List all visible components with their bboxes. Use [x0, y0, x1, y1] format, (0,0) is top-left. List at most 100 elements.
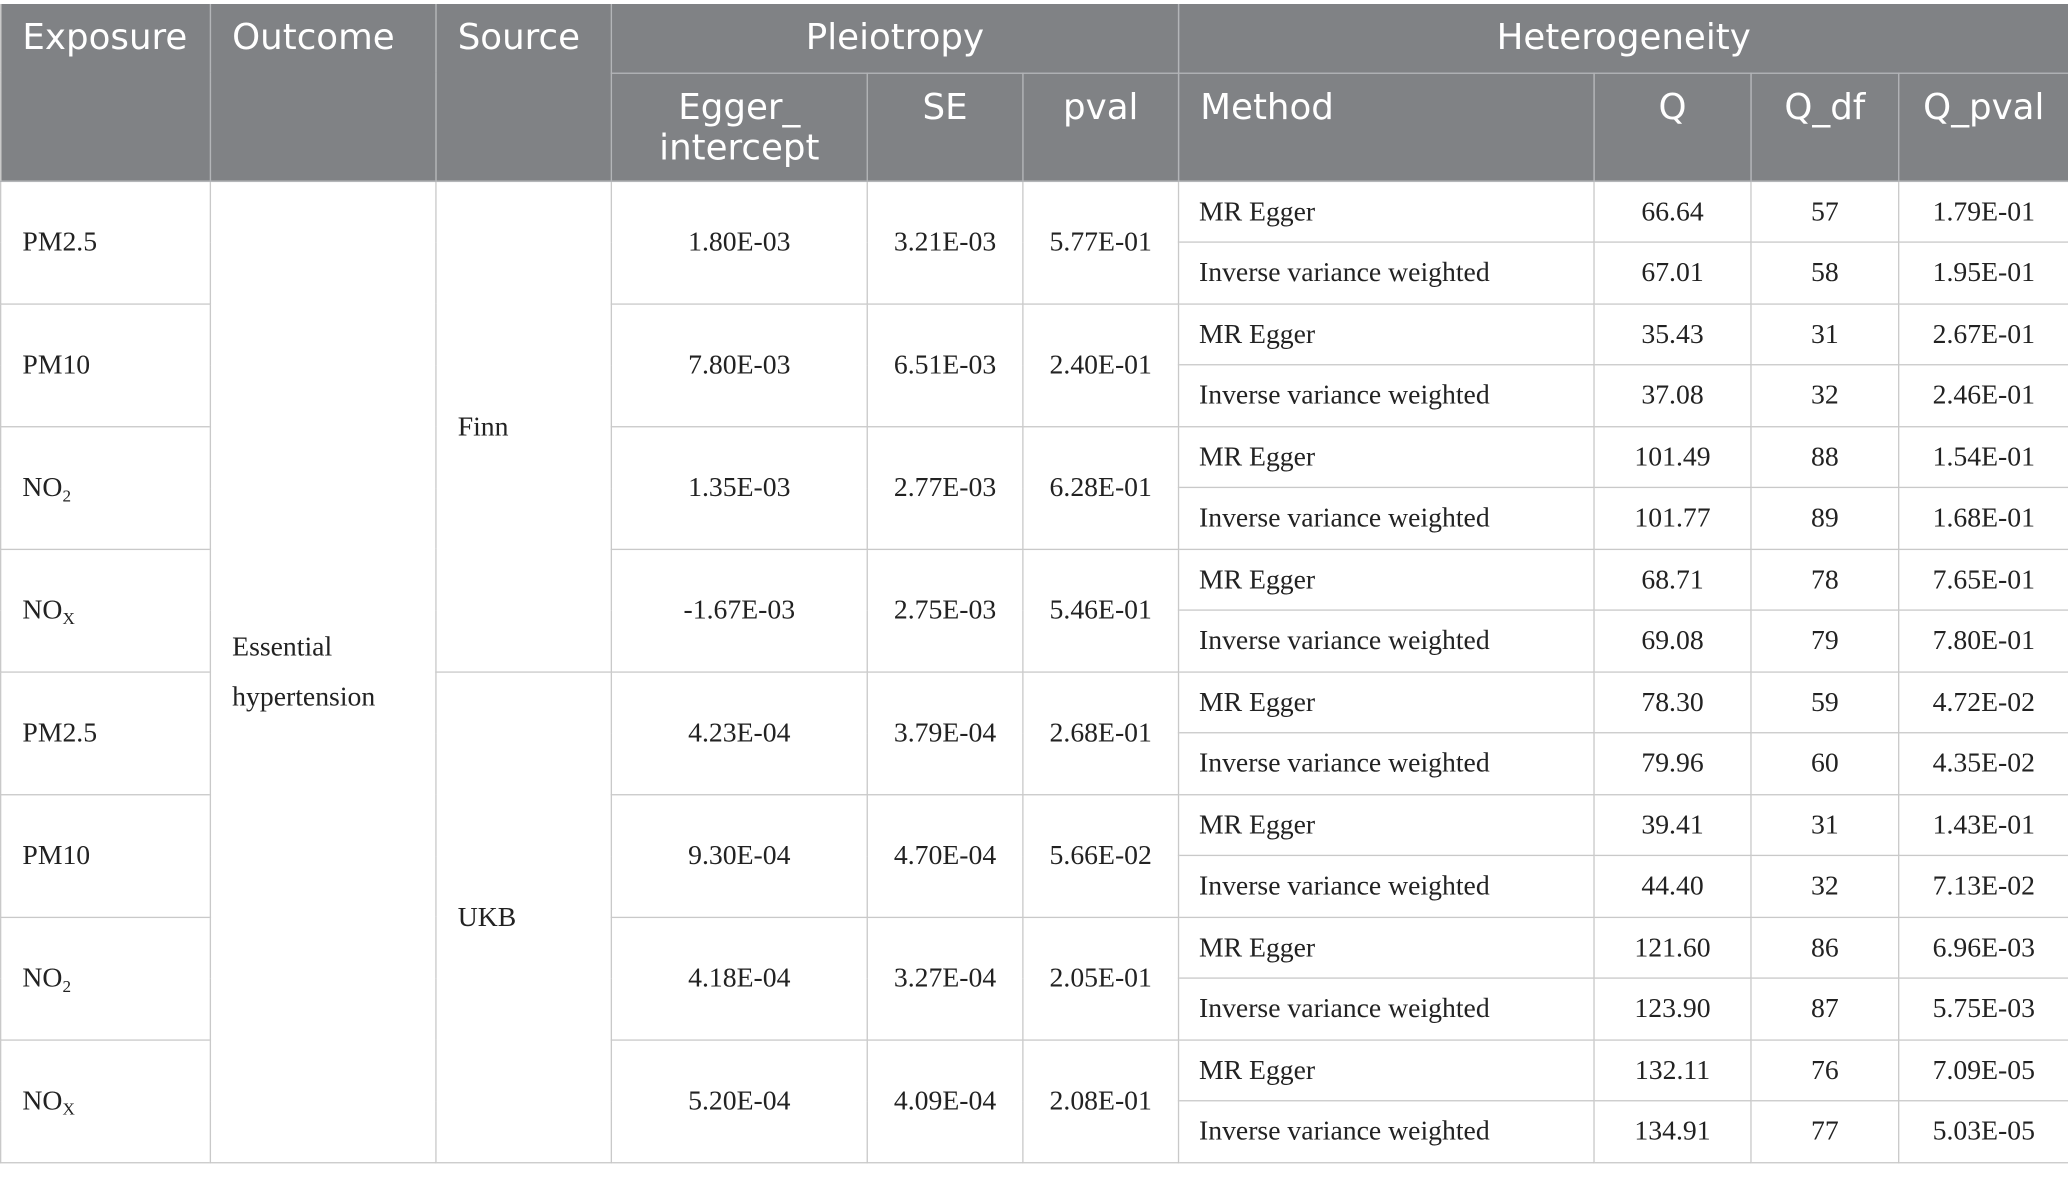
method-cell: MR Egger [1177, 1038, 1595, 1102]
q-cell: 67.01 [1593, 241, 1752, 305]
q-pval-cell: 6.96E-03 [1898, 916, 2068, 979]
table-container: Exposure Outcome Source Pleiotropy Heter… [0, 4, 2068, 1164]
q-pval-cell: 4.35E-02 [1898, 732, 2068, 795]
method-cell: MR Egger [1177, 302, 1595, 366]
header-source: Source [435, 4, 613, 182]
pval-cell: 2.05E-01 [1022, 916, 1180, 1041]
q-pval-cell: 2.46E-01 [1898, 364, 2068, 427]
header-egger-intercept-text: Egger_ intercept [659, 86, 820, 169]
egger-intercept-cell: 7.80E-03 [610, 302, 868, 427]
header-outcome: Outcome [210, 4, 437, 182]
method-cell: Inverse variance weighted [1177, 1100, 1595, 1163]
method-cell: Inverse variance weighted [1177, 486, 1595, 550]
method-cell: MR Egger [1177, 916, 1595, 979]
q-pval-cell: 5.75E-03 [1898, 977, 2068, 1041]
q-df-cell: 78 [1750, 548, 1900, 611]
method-cell: MR Egger [1177, 670, 1595, 734]
exposure-subscript: X [62, 608, 75, 628]
results-table: Exposure Outcome Source Pleiotropy Heter… [0, 4, 2068, 1163]
header-pleiotropy: Pleiotropy [611, 4, 1180, 74]
exposure-name: NO [22, 1084, 63, 1116]
se-cell: 6.51E-03 [866, 302, 1024, 427]
se-cell: 3.21E-03 [866, 180, 1024, 305]
q-cell: 79.96 [1593, 732, 1752, 795]
q-cell: 134.91 [1593, 1100, 1752, 1163]
q-pval-cell: 2.67E-01 [1898, 302, 2068, 366]
q-df-cell: 88 [1750, 425, 1900, 489]
q-df-cell: 86 [1750, 916, 1900, 979]
q-cell: 35.43 [1593, 302, 1752, 366]
q-cell: 101.77 [1593, 486, 1752, 550]
exposure-cell: NOX [0, 1038, 212, 1163]
egger-intercept-cell: 1.35E-03 [610, 425, 868, 550]
pval-cell: 5.66E-02 [1022, 793, 1180, 918]
method-cell: MR Egger [1177, 425, 1595, 489]
pval-cell: 2.08E-01 [1022, 1038, 1180, 1163]
pval-cell: 2.68E-01 [1022, 670, 1180, 795]
exposure-cell: PM2.5 [0, 670, 212, 795]
q-pval-cell: 7.09E-05 [1898, 1038, 2068, 1102]
exposure-name: NO [22, 593, 63, 626]
q-cell: 101.49 [1593, 425, 1752, 489]
table-row: PM2.5 Essential hypertension Finn 1.80E-03 3… [0, 180, 2068, 1163]
q-cell: 39.41 [1593, 793, 1752, 857]
q-pval-cell: 1.68E-01 [1898, 486, 2068, 550]
q-pval-cell: 5.03E-05 [1898, 1100, 2068, 1163]
header-q: Q [1594, 72, 1752, 182]
q-df-cell: 89 [1750, 486, 1900, 550]
se-cell: 2.77E-03 [866, 425, 1024, 550]
se-cell: 4.09E-04 [866, 1038, 1024, 1163]
exposure-subscript: 2 [62, 485, 72, 506]
q-df-cell: 31 [1750, 302, 1900, 366]
method-cell: Inverse variance weighted [1177, 732, 1595, 795]
source-cell: Finn [435, 180, 613, 673]
q-pval-cell: 1.54E-01 [1898, 425, 2068, 489]
pval-cell: 2.40E-01 [1022, 302, 1180, 427]
q-pval-cell: 1.43E-01 [1898, 793, 2068, 857]
q-df-cell: 77 [1750, 1100, 1900, 1163]
q-cell: 132.11 [1593, 1038, 1752, 1102]
egger-intercept-cell: -1.67E-03 [610, 548, 868, 673]
exposure-subscript: X [62, 1098, 75, 1119]
method-cell: MR Egger [1177, 180, 1595, 243]
method-cell: Inverse variance weighted [1177, 241, 1595, 305]
header-method: Method [1178, 72, 1595, 182]
egger-intercept-cell: 4.18E-04 [610, 916, 868, 1041]
q-df-cell: 76 [1750, 1038, 1900, 1102]
q-cell: 68.71 [1593, 548, 1752, 611]
pval-cell: 5.46E-01 [1022, 548, 1180, 673]
header-egger-intercept: Egger_ intercept [610, 72, 868, 182]
q-cell: 123.90 [1593, 977, 1752, 1041]
q-df-cell: 32 [1750, 854, 1900, 918]
se-cell: 3.27E-04 [866, 916, 1024, 1041]
q-pval-cell: 7.13E-02 [1898, 854, 2068, 918]
source-cell: UKB [435, 670, 613, 1163]
exposure-name: PM2.5 [22, 716, 98, 748]
se-cell: 2.75E-03 [866, 548, 1024, 673]
q-pval-cell: 7.80E-01 [1898, 609, 2068, 673]
egger-intercept-cell: 4.23E-04 [610, 670, 868, 795]
q-df-cell: 58 [1750, 241, 1900, 305]
q-pval-cell: 4.72E-02 [1898, 670, 2068, 734]
method-cell: Inverse variance weighted [1177, 364, 1595, 427]
q-df-cell: 59 [1750, 670, 1900, 734]
q-df-cell: 79 [1750, 609, 1900, 673]
q-df-cell: 87 [1750, 977, 1900, 1041]
exposure-name: PM2.5 [22, 225, 98, 258]
exposure-name: NO [22, 961, 63, 994]
method-cell: MR Egger [1177, 548, 1595, 611]
egger-intercept-cell: 5.20E-04 [610, 1038, 868, 1163]
exposure-cell: PM10 [0, 302, 212, 427]
header-heterogeneity: Heterogeneity [1178, 4, 2068, 74]
q-df-cell: 57 [1750, 180, 1900, 243]
table-body: PM2.5 Essential hypertension Finn 1.80E-03 3… [0, 180, 2068, 1163]
q-cell: 37.08 [1593, 364, 1752, 427]
q-cell: 78.30 [1593, 670, 1752, 734]
se-cell: 4.70E-04 [866, 793, 1024, 918]
method-cell: Inverse variance weighted [1177, 609, 1595, 673]
q-pval-cell: 1.95E-01 [1898, 241, 2068, 305]
header-q-pval: Q_pval [1898, 72, 2068, 182]
header-exposure: Exposure [0, 4, 212, 182]
q-cell: 69.08 [1593, 609, 1752, 673]
exposure-cell: NOX [0, 548, 212, 673]
